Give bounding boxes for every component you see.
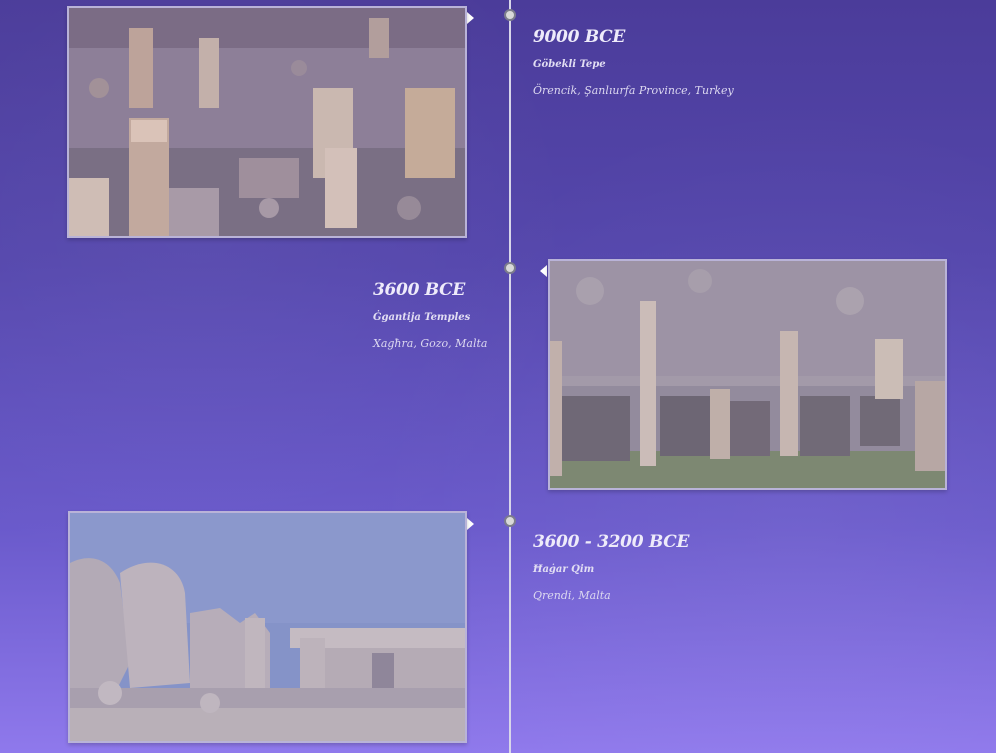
photo-ggantija-temples xyxy=(548,259,947,490)
entry-year: 3600 - 3200 BCE xyxy=(533,532,690,552)
photo-hagar-qim xyxy=(68,511,467,743)
entry-location: Örencik, Şanlıurfa Province, Turkey xyxy=(533,84,734,97)
entry-3-text: 3600 - 3200 BCE Ħaġar Qim Qrendi, Malta xyxy=(533,532,953,602)
timeline-dot-1 xyxy=(504,9,516,21)
timeline-dot-3 xyxy=(504,515,516,527)
entry-site: Göbekli Tepe xyxy=(533,59,606,70)
entry-site: Ħaġar Qim xyxy=(533,564,595,575)
temple-photo-icon xyxy=(550,261,945,488)
entry-1-text: 9000 BCE Göbekli Tepe Örencik, Şanlıurfa… xyxy=(533,27,953,97)
timeline-dot-2 xyxy=(504,262,516,274)
entry-year: 3600 BCE xyxy=(373,280,466,300)
timeline-line xyxy=(509,0,511,753)
photo-pointer-1 xyxy=(467,12,474,24)
photo-pointer-2 xyxy=(540,265,547,277)
entry-location: Qrendi, Malta xyxy=(533,589,611,602)
entry-site: Ġgantija Temples xyxy=(373,312,471,323)
excavation-photo-icon xyxy=(69,8,465,236)
entry-location: Xagħra, Gozo, Malta xyxy=(373,337,488,350)
photo-gobekli-tepe xyxy=(67,6,467,238)
entry-year: 9000 BCE xyxy=(533,27,626,47)
entry-2-text: 3600 BCE Ġgantija Temples Xagħra, Gozo, … xyxy=(373,280,503,350)
megalith-photo-icon xyxy=(70,513,465,741)
photo-pointer-3 xyxy=(467,518,474,530)
